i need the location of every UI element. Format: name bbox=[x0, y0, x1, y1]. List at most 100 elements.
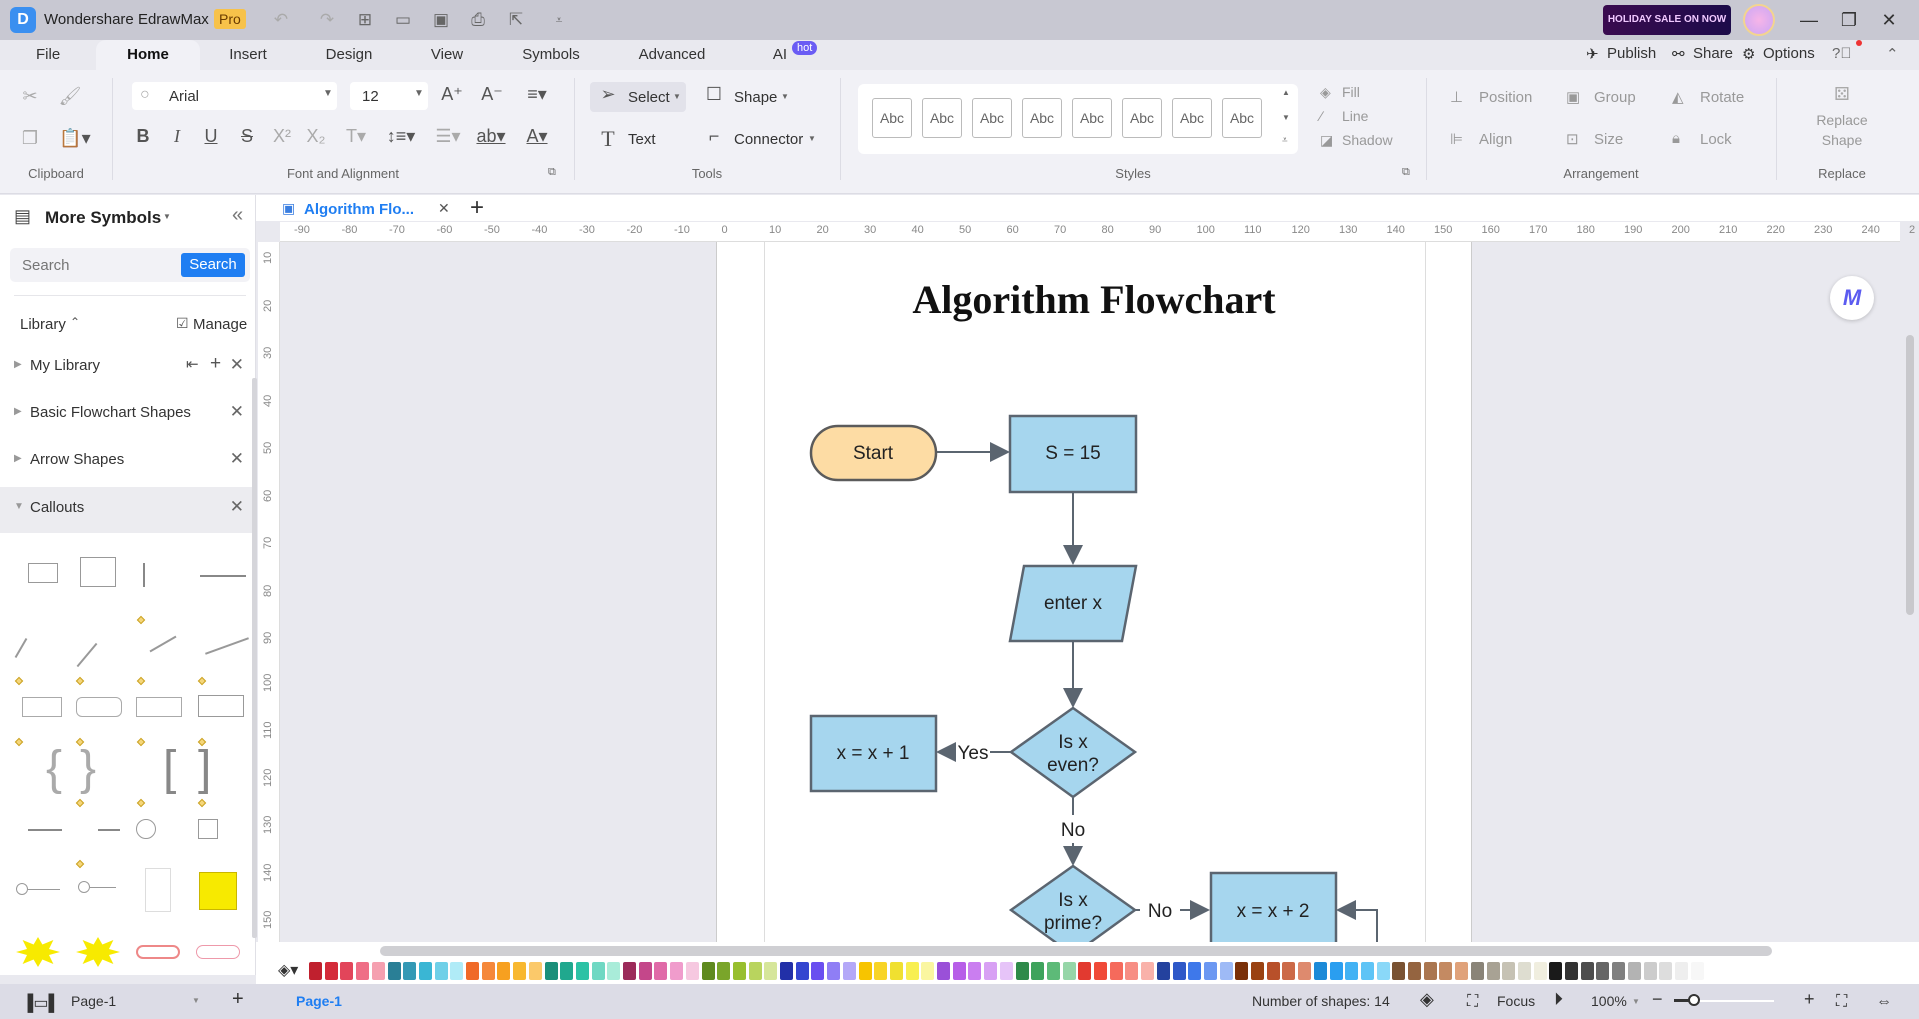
line-spacing-icon[interactable]: ↕≡▾ bbox=[384, 126, 418, 147]
font-settings-launcher-icon[interactable]: ⧉ bbox=[548, 166, 556, 179]
color-swatch[interactable] bbox=[528, 962, 542, 980]
color-swatch[interactable] bbox=[1580, 962, 1594, 980]
close-window-icon[interactable]: ✕ bbox=[1874, 8, 1904, 32]
focus-button[interactable]: Focus bbox=[1497, 993, 1535, 1009]
callout-symbol[interactable] bbox=[76, 697, 122, 717]
color-swatch[interactable] bbox=[466, 962, 479, 980]
tab-home-label[interactable]: Home bbox=[96, 40, 200, 66]
size-button[interactable]: Size bbox=[1594, 131, 1623, 148]
color-swatch[interactable] bbox=[795, 962, 809, 980]
options-button[interactable]: Options bbox=[1763, 45, 1815, 62]
color-swatch[interactable] bbox=[1298, 962, 1312, 980]
callout-symbol[interactable] bbox=[136, 697, 182, 717]
highlight-icon[interactable]: ab▾ bbox=[476, 126, 506, 147]
color-swatch[interactable] bbox=[1392, 962, 1406, 980]
color-swatch[interactable] bbox=[1596, 962, 1610, 980]
color-swatch[interactable] bbox=[1674, 962, 1688, 980]
callout-symbol[interactable] bbox=[90, 887, 116, 888]
color-swatch[interactable] bbox=[874, 962, 888, 980]
color-swatch[interactable] bbox=[1156, 962, 1170, 980]
color-swatch[interactable] bbox=[1282, 962, 1296, 980]
color-swatch[interactable] bbox=[403, 962, 417, 980]
text-tool-button[interactable]: Text bbox=[628, 131, 656, 148]
expand-gallery-icon[interactable]: ⩡ bbox=[1282, 135, 1288, 146]
text-align-icon[interactable]: ≡▾ bbox=[520, 84, 554, 105]
color-swatch[interactable] bbox=[1235, 962, 1249, 980]
bracket-left-symbol[interactable]: [ bbox=[163, 745, 176, 793]
callout-symbol[interactable] bbox=[143, 563, 145, 587]
color-swatch[interactable] bbox=[1219, 962, 1233, 980]
replace-shape-icon[interactable]: ⚄ bbox=[1828, 84, 1856, 105]
italic-icon[interactable]: I bbox=[166, 126, 188, 147]
color-swatch[interactable] bbox=[371, 962, 385, 980]
subscript-icon[interactable]: X₂ bbox=[304, 126, 328, 147]
zoom-slider-thumb[interactable] bbox=[1688, 994, 1700, 1006]
color-swatch[interactable] bbox=[560, 962, 574, 980]
help-icon[interactable]: ?⃝ bbox=[1832, 45, 1852, 62]
bracket-right-symbol[interactable]: ] bbox=[198, 745, 211, 793]
color-swatch[interactable] bbox=[1627, 962, 1641, 980]
color-swatch[interactable] bbox=[717, 962, 731, 980]
color-swatch[interactable] bbox=[921, 962, 935, 980]
position-button[interactable]: Position bbox=[1479, 89, 1532, 106]
color-swatch[interactable] bbox=[1612, 962, 1626, 980]
color-swatch[interactable] bbox=[1015, 962, 1029, 980]
text-direction-icon[interactable]: T▾ bbox=[342, 126, 370, 147]
callout-symbol[interactable] bbox=[98, 829, 120, 831]
color-swatch[interactable] bbox=[1329, 962, 1343, 980]
color-swatch[interactable] bbox=[685, 962, 699, 980]
add-icon[interactable]: + bbox=[210, 353, 221, 375]
color-swatch[interactable] bbox=[827, 962, 841, 980]
color-swatch[interactable] bbox=[497, 962, 511, 980]
callout-symbol[interactable] bbox=[28, 563, 58, 583]
color-swatch[interactable] bbox=[1549, 962, 1563, 980]
color-swatch[interactable] bbox=[889, 962, 903, 980]
callout-symbol[interactable] bbox=[198, 819, 218, 839]
style-sample[interactable]: Abc bbox=[1022, 98, 1062, 138]
color-swatch[interactable] bbox=[1062, 962, 1076, 980]
tab-insert[interactable]: Insert bbox=[228, 44, 268, 70]
ai-assistant-button[interactable]: M bbox=[1830, 276, 1874, 320]
color-swatch[interactable] bbox=[1423, 962, 1437, 980]
close-library-icon[interactable]: ✕ bbox=[230, 355, 244, 375]
publish-button[interactable]: Publish bbox=[1607, 45, 1656, 62]
color-swatch[interactable] bbox=[1502, 962, 1516, 980]
collapse-library-icon[interactable]: ⌃ bbox=[70, 315, 80, 329]
holiday-sale-banner[interactable]: HOLIDAY SALE ON NOW bbox=[1603, 5, 1731, 35]
color-swatch[interactable] bbox=[434, 962, 448, 980]
brace-right-symbol[interactable]: } bbox=[80, 745, 96, 793]
color-swatch[interactable] bbox=[1046, 962, 1060, 980]
save-icon[interactable]: ▣ bbox=[430, 9, 452, 31]
styles-launcher-icon[interactable]: ⧉ bbox=[1402, 166, 1410, 179]
color-swatch[interactable] bbox=[842, 962, 856, 980]
color-swatch[interactable] bbox=[1203, 962, 1217, 980]
page-tab[interactable]: Page-1 bbox=[296, 993, 342, 1009]
library-label[interactable]: Library bbox=[20, 316, 66, 333]
print-icon[interactable]: ⎙ bbox=[467, 9, 489, 31]
diagram-title[interactable]: Algorithm Flowchart bbox=[716, 276, 1472, 323]
pill-callout-symbol[interactable] bbox=[136, 945, 180, 959]
style-sample[interactable]: Abc bbox=[1072, 98, 1112, 138]
callout-symbol[interactable] bbox=[200, 575, 246, 577]
bold-icon[interactable]: B bbox=[132, 126, 154, 147]
horizontal-scrollbar[interactable] bbox=[380, 946, 1772, 956]
library-item-callouts[interactable]: ▼ Callouts ✕ bbox=[0, 487, 256, 533]
tab-advanced[interactable]: Advanced bbox=[637, 44, 707, 70]
tab-view[interactable]: View bbox=[430, 44, 464, 70]
callout-symbol[interactable] bbox=[28, 829, 62, 831]
callout-symbol[interactable] bbox=[16, 883, 28, 895]
connector-tool-button[interactable]: Connector bbox=[734, 131, 803, 148]
color-swatch[interactable] bbox=[748, 962, 762, 980]
brace-left-symbol[interactable]: { bbox=[46, 745, 62, 793]
callout-symbol[interactable] bbox=[22, 697, 62, 717]
color-swatch[interactable] bbox=[309, 962, 322, 980]
color-swatch[interactable] bbox=[1345, 962, 1359, 980]
color-swatch[interactable] bbox=[999, 962, 1013, 980]
color-swatch[interactable] bbox=[1643, 962, 1657, 980]
color-swatch[interactable] bbox=[1439, 962, 1453, 980]
minimize-icon[interactable]: — bbox=[1794, 8, 1824, 32]
callout-symbol[interactable] bbox=[145, 868, 171, 912]
color-swatch[interactable] bbox=[356, 962, 370, 980]
callout-symbol[interactable] bbox=[14, 637, 28, 659]
color-swatch[interactable] bbox=[984, 962, 998, 980]
